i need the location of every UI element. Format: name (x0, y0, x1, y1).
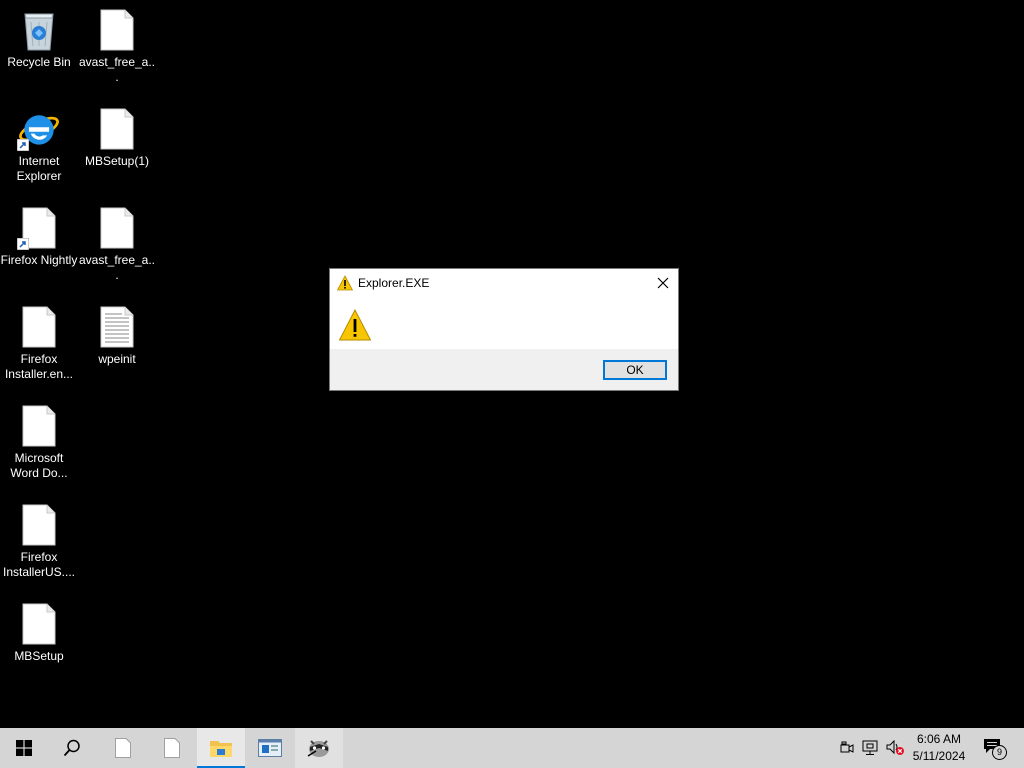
desktop-icon-label: wpeinit (98, 352, 136, 366)
desktop-icon-label: Recycle Bin (7, 55, 71, 69)
network-icon (862, 740, 878, 755)
taskbar-app-file-2[interactable] (148, 728, 196, 768)
blank-file-icon (95, 206, 139, 250)
search-icon (63, 739, 80, 757)
desktop-icon-wpeinit[interactable]: wpeinit (78, 299, 156, 367)
dialog-titlebar[interactable]: Explorer.EXE (330, 269, 678, 297)
blank-file-icon (115, 738, 131, 758)
shortcut-arrow-icon (16, 237, 30, 251)
windows-logo-icon (16, 740, 32, 756)
internet-explorer-icon (16, 107, 61, 152)
system-clock[interactable]: 6:06 AM 5/11/2024 (906, 728, 972, 768)
notification-icon: 9 (983, 738, 1007, 760)
notification-center-button[interactable]: 9 (978, 728, 1010, 768)
desktop-icon-label: Firefox Installer.en... (4, 352, 74, 381)
desktop-icon-firefox-nightly[interactable]: Firefox Nightly (0, 200, 78, 268)
taskbar-app-raccoon[interactable] (295, 728, 343, 768)
raccoon-app-icon (307, 740, 329, 757)
clock-time: 6:06 AM (916, 732, 962, 746)
taskbar-file-explorer[interactable] (197, 728, 245, 768)
desktop-icon-mbsetup-1[interactable]: MBSetup(1) (78, 101, 156, 169)
desktop-icon-label: MBSetup(1) (84, 154, 150, 168)
desktop-icon-label: MBSetup (14, 649, 64, 663)
window-app-icon (258, 739, 282, 757)
file-explorer-icon (210, 741, 232, 757)
desktop-icon-microsoft-word-doc[interactable]: Microsoft Word Do... (0, 398, 78, 481)
blank-file-icon (17, 602, 61, 646)
start-button[interactable] (0, 728, 48, 768)
text-file-icon (95, 305, 139, 349)
desktop-icon-recycle-bin[interactable]: Recycle Bin (0, 2, 78, 70)
clock-date: 5/11/2024 (912, 749, 966, 763)
desktop-icon-firefox-installer-us[interactable]: Firefox InstallerUS.... (0, 497, 78, 580)
close-icon (657, 277, 669, 289)
ok-button[interactable]: OK (603, 360, 667, 380)
taskbar-app-window[interactable] (246, 728, 294, 768)
desktop-icon-avast-free-1[interactable]: avast_free_a... (78, 2, 156, 85)
warning-icon (338, 308, 372, 341)
blank-file-icon (164, 738, 180, 758)
desktop-icon-label: Firefox Nightly (0, 253, 78, 267)
tray-volume[interactable] (884, 728, 906, 768)
blank-file-icon (17, 503, 61, 547)
blank-file-icon (95, 107, 139, 151)
blank-file-icon (17, 404, 61, 448)
desktop-icon-label: Microsoft Word Do... (10, 451, 68, 480)
dialog-title: Explorer.EXE (358, 276, 430, 290)
desktop-icon-label: avast_free_a... (78, 253, 156, 282)
desktop-icon-label: avast_free_a... (78, 55, 156, 84)
desktop-icon-firefox-installer-en[interactable]: Firefox Installer.en... (0, 299, 78, 382)
taskbar: 6:06 AM 5/11/2024 9 (0, 728, 1024, 768)
desktop-icon-avast-free-2[interactable]: avast_free_a... (78, 200, 156, 283)
desktop-icon-label: Firefox InstallerUS.... (2, 550, 76, 579)
tray-camera[interactable] (838, 728, 856, 768)
blank-file-icon (16, 206, 61, 251)
explorer-warning-dialog: Explorer.EXE OK (329, 268, 679, 391)
search-button[interactable] (48, 728, 96, 768)
tray-network[interactable] (860, 728, 882, 768)
dialog-footer: OK (330, 349, 678, 390)
desktop-icon-mbsetup[interactable]: MBSetup (0, 596, 78, 664)
desktop-icon-internet-explorer[interactable]: Internet Explorer (0, 101, 78, 184)
close-button[interactable] (648, 269, 678, 297)
taskbar-app-file-1[interactable] (99, 728, 147, 768)
volume-muted-icon (886, 740, 904, 755)
shortcut-arrow-icon (16, 138, 30, 152)
blank-file-icon (17, 305, 61, 349)
blank-file-icon (95, 8, 139, 52)
desktop-icon-label: Internet Explorer (16, 154, 62, 183)
camera-icon (840, 741, 854, 753)
notification-count-badge: 9 (992, 745, 1007, 760)
warning-icon (336, 275, 354, 291)
recycle-bin-icon (17, 8, 61, 52)
